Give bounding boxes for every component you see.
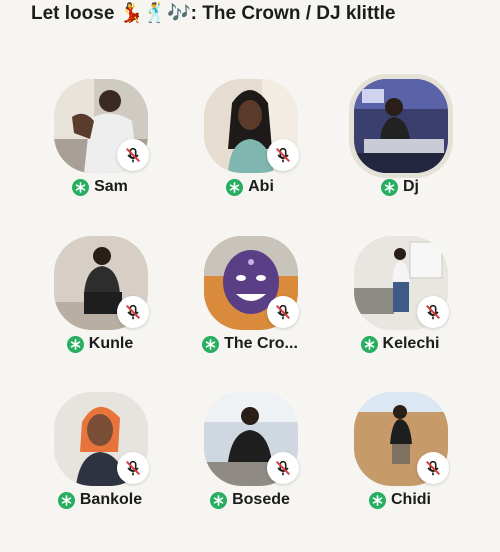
speaker-name: Kelechi: [382, 335, 440, 352]
moderator-badge-icon: [72, 178, 90, 196]
muted-mic-icon: [117, 139, 149, 171]
avatar-speaking[interactable]: [349, 74, 453, 178]
speaker-name-row: Kelechi: [325, 335, 475, 353]
speaker-tile-bankole[interactable]: Bankole: [25, 392, 175, 552]
moderator-badge-icon: [360, 335, 378, 353]
speaker-name: Bankole: [79, 491, 143, 508]
moderator-badge-icon: [210, 491, 228, 509]
moderator-badge-icon: [202, 335, 220, 353]
moderator-badge-icon: [57, 491, 75, 509]
speaker-name: Chidi: [391, 491, 431, 508]
muted-mic-icon: [267, 452, 299, 484]
speaker-name-row: Abi: [175, 178, 325, 196]
muted-mic-icon: [267, 296, 299, 328]
muted-mic-icon: [417, 296, 449, 328]
speaker-name-row: Chidi: [325, 491, 475, 509]
speaker-name-row: The Cro...: [175, 335, 325, 353]
speaker-grid: Sam Abi Dj Kunle The Cro... Kelechi Bank…: [0, 0, 500, 509]
moderator-badge-icon: [226, 178, 244, 196]
muted-mic-icon: [417, 452, 449, 484]
speaker-name: Abi: [248, 178, 274, 195]
speaker-tile-the-crown[interactable]: The Cro...: [175, 236, 325, 396]
speaker-tile-kelechi[interactable]: Kelechi: [325, 236, 475, 396]
speaker-tile-kunle[interactable]: Kunle: [25, 236, 175, 396]
speaker-name: Sam: [94, 178, 128, 195]
speaker-tile-dj[interactable]: Dj: [325, 74, 475, 239]
speaker-name-row: Sam: [25, 178, 175, 196]
speaker-tile-chidi[interactable]: Chidi: [325, 392, 475, 552]
speaker-name: The Cro...: [224, 335, 298, 352]
muted-mic-icon: [267, 139, 299, 171]
speaker-name-row: Kunle: [25, 335, 175, 353]
speaker-name-row: Bankole: [25, 491, 175, 509]
moderator-badge-icon: [369, 491, 386, 509]
muted-mic-icon: [117, 296, 149, 328]
moderator-badge-icon: [381, 178, 398, 196]
moderator-badge-icon: [66, 335, 84, 353]
speaker-name-row: Bosede: [175, 491, 325, 509]
speaker-tile-abi[interactable]: Abi: [175, 79, 325, 239]
speaker-name: Kunle: [88, 335, 134, 352]
speaker-tile-sam[interactable]: Sam: [25, 79, 175, 239]
speaker-name: Bosede: [232, 491, 290, 508]
muted-mic-icon: [117, 452, 149, 484]
speaker-name-row: Dj: [325, 178, 475, 196]
speaker-tile-bosede[interactable]: Bosede: [175, 392, 325, 552]
speaker-name: Dj: [403, 178, 419, 195]
